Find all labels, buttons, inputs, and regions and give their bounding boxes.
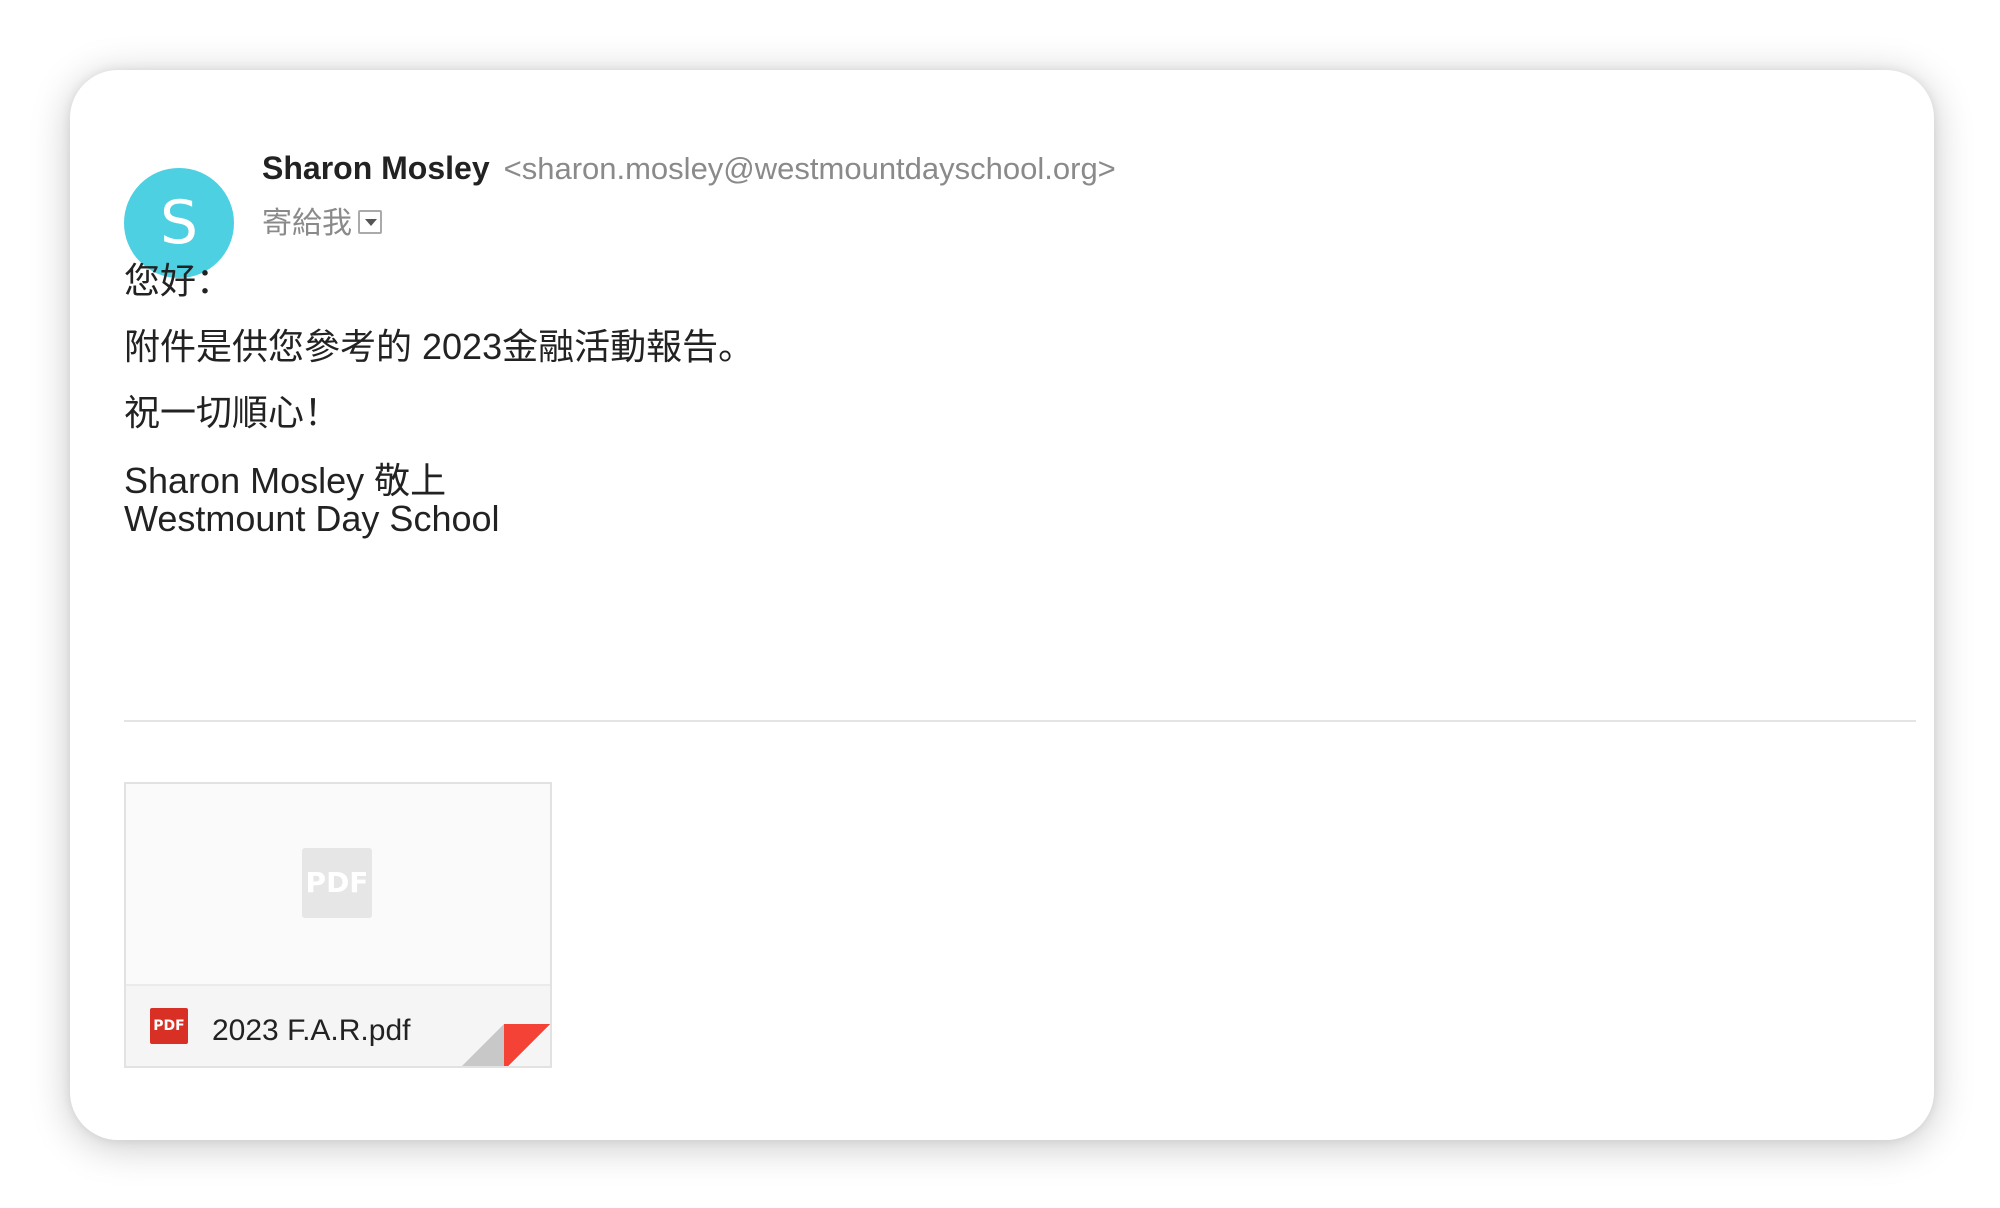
pdf-preview-icon: PDF	[302, 848, 372, 918]
page-corner-icon	[504, 1024, 550, 1066]
attachment-filename[interactable]: 2023 F.A.R.pdf	[212, 1014, 410, 1048]
details-dropdown-icon[interactable]	[358, 210, 382, 234]
signature-name: Sharon Mosley 敬上	[124, 460, 447, 501]
sender-email: <sharon.mosley@westmountdayschool.org>	[503, 151, 1116, 186]
greeting-text: 您好：	[124, 260, 233, 301]
attachment-preview[interactable]: PDF	[126, 784, 550, 986]
signature-org: Westmount Day School	[124, 498, 500, 539]
email-card: S Sharon Mosley <sharon.mosley@westmountd…	[70, 70, 1934, 1140]
attachment-footer[interactable]: PDF 2023 F.A.R.pdf	[126, 986, 550, 1066]
recipient-label: 寄給我	[262, 207, 352, 240]
sender-line: Sharon Mosley <sharon.mosley@westmountday…	[262, 150, 1116, 187]
recipient-line: 寄給我	[262, 198, 382, 242]
sender-name[interactable]: Sharon Mosley	[262, 150, 490, 186]
closing-text: 祝一切順心！	[124, 392, 341, 433]
divider	[124, 720, 1916, 722]
pdf-file-icon: PDF	[150, 1008, 188, 1044]
page-fold-icon	[458, 1024, 504, 1066]
body-line: 附件是供您參考的 2023金融活動報告。	[124, 326, 755, 367]
attachment-card[interactable]: PDF PDF 2023 F.A.R.pdf	[124, 782, 552, 1068]
